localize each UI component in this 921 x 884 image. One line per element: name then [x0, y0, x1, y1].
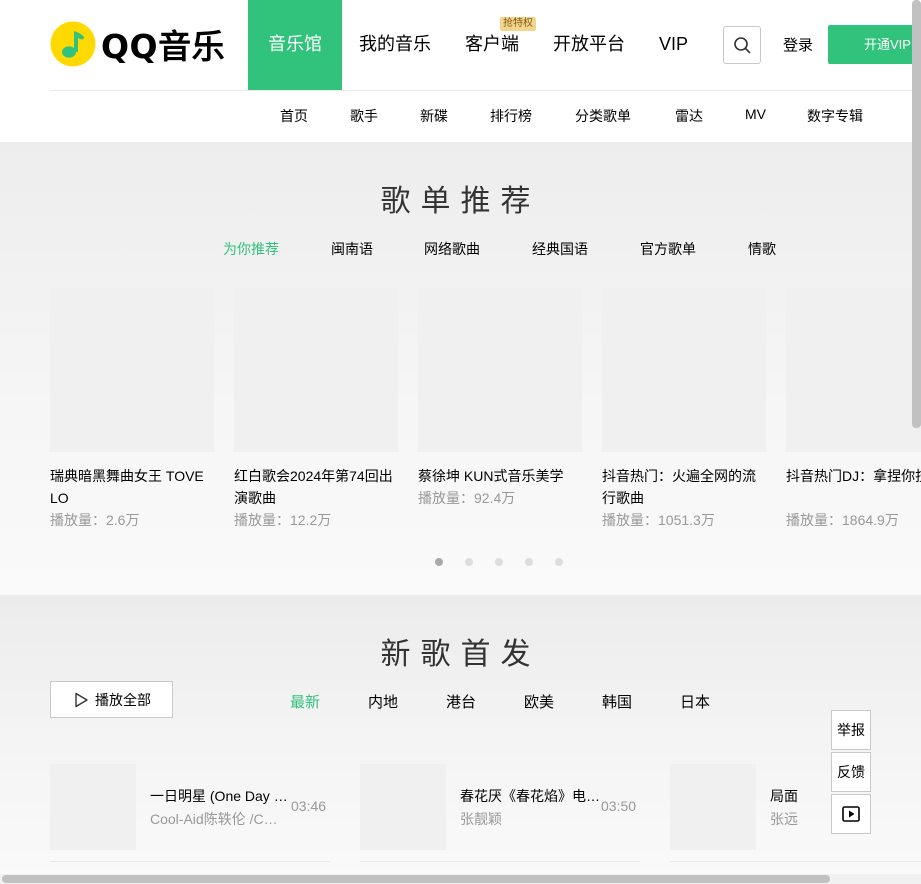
playlist-title[interactable]: 瑞典暗黑舞曲女王 TOVE LO: [50, 465, 214, 509]
nav-vip[interactable]: VIP: [642, 0, 705, 90]
tab-official[interactable]: 官方歌单: [640, 239, 696, 259]
section-title-playlists: 歌单推荐: [380, 185, 541, 218]
vertical-scrollbar[interactable]: [912, 0, 921, 428]
playlist-card[interactable]: 抖音热门DJ：拿捏你技 播放量：1864.9万: [786, 288, 921, 531]
subnav-home[interactable]: 首页: [280, 106, 308, 126]
playlist-card[interactable]: 红白歌会2024年第74回出演歌曲 播放量：12.2万: [234, 288, 398, 531]
playlist-cover[interactable]: [418, 288, 582, 452]
tab-minnan[interactable]: 闽南语: [331, 239, 373, 259]
nav-label: VIP: [659, 34, 689, 54]
play-all-label: 播放全部: [95, 691, 151, 708]
carousel-dot[interactable]: [525, 558, 533, 566]
subnav-digital-albums[interactable]: 数字专辑: [807, 106, 863, 126]
carousel-dot[interactable]: [435, 558, 443, 566]
nav-label: 我的音乐: [359, 34, 431, 54]
feedback-button[interactable]: 反馈: [831, 752, 871, 792]
playlist-title[interactable]: 红白歌会2024年第74回出演歌曲: [234, 465, 398, 509]
report-button[interactable]: 举报: [831, 710, 871, 750]
subnav-charts[interactable]: 排行榜: [490, 106, 532, 126]
playlist-play-count: 播放量：12.2万: [234, 512, 332, 528]
playlist-title[interactable]: 抖音热门DJ：拿捏你技: [786, 465, 921, 509]
playlist-cover[interactable]: [234, 288, 398, 452]
play-all-button[interactable]: 播放全部: [50, 681, 173, 718]
tab-latest[interactable]: 最新: [290, 691, 320, 712]
song-cover[interactable]: [50, 764, 136, 850]
tab-hk-tw[interactable]: 港台: [446, 691, 476, 712]
song-item[interactable]: 局面 张远: [670, 764, 921, 862]
row-divider: [360, 861, 640, 862]
nav-music-hall[interactable]: 音乐馆: [248, 0, 342, 90]
song-item[interactable]: 春花厌《春花焰》电视剧主题曲 张靓颖 03:50: [360, 764, 640, 862]
playlist-title[interactable]: 蔡徐坤 KUN式音乐美学: [418, 465, 582, 487]
nav-my-music[interactable]: 我的音乐: [342, 0, 448, 90]
privilege-tag: 抢特权: [500, 17, 536, 31]
subnav-radar[interactable]: 雷达: [675, 106, 703, 126]
playlist-recommend-section: 歌单推荐 为你推荐 闽南语 网络歌曲 经典国语 官方歌单 情歌 瑞典暗黑舞曲女王…: [0, 142, 921, 595]
song-cover[interactable]: [670, 764, 756, 850]
subnav-categories[interactable]: 分类歌单: [575, 106, 631, 126]
subnav-singers[interactable]: 歌手: [350, 106, 378, 126]
song-artist[interactable]: Cool-Aid陈轶伦 /C…: [150, 809, 290, 829]
row-divider: [670, 861, 921, 862]
tab-mainland[interactable]: 内地: [368, 691, 398, 712]
song-item[interactable]: 一日明星 (One Day Star) Cool-Aid陈轶伦 /C… 03:4…: [50, 764, 330, 862]
section-title-new-songs: 新歌首发: [380, 638, 541, 671]
carousel-dot[interactable]: [465, 558, 473, 566]
nav-client[interactable]: 客户端 抢特权: [448, 0, 536, 90]
playlist-carousel: 瑞典暗黑舞曲女王 TOVE LO 播放量：2.6万 红白歌会2024年第74回出…: [50, 288, 921, 538]
subnav-new-albums[interactable]: 新碟: [420, 106, 448, 126]
row-divider: [50, 861, 330, 862]
song-duration: 03:50: [601, 798, 637, 814]
playlist-play-count: 播放量：92.4万: [418, 490, 516, 506]
playlist-cover[interactable]: [50, 288, 214, 452]
subnav-mv[interactable]: MV: [745, 106, 766, 122]
tab-for-you[interactable]: 为你推荐: [223, 239, 279, 259]
search-button[interactable]: [723, 26, 761, 64]
play-square-icon: [842, 806, 860, 822]
music-note-logo-icon: [50, 21, 96, 67]
tab-internet-songs[interactable]: 网络歌曲: [424, 239, 480, 259]
sub-nav: 首页 歌手 新碟 排行榜 分类歌单 雷达 MV 数字专辑: [0, 106, 921, 126]
carousel-dot[interactable]: [495, 558, 503, 566]
header-divider: [50, 90, 921, 91]
site-header: QQ音乐 音乐馆 我的音乐 客户端 抢特权 开放平台 VIP 登录 开通VIP …: [0, 0, 921, 142]
login-link[interactable]: 登录: [783, 34, 813, 55]
nav-open-platform[interactable]: 开放平台: [536, 0, 642, 90]
song-name[interactable]: 一日明星 (One Day Star): [150, 786, 290, 806]
song-name[interactable]: 春花厌《春花焰》电视剧主题曲: [460, 786, 600, 806]
new-songs-section: 新歌首发 播放全部 最新 内地 港台 欧美 韩国 日本 一日明星 (One Da…: [0, 595, 921, 884]
playlist-play-count: 播放量：1864.9万: [786, 512, 899, 528]
song-cover[interactable]: [360, 764, 446, 850]
playlist-play-count: 播放量：2.6万: [50, 512, 140, 528]
song-artist[interactable]: 张靓颖: [460, 809, 600, 829]
playlist-title[interactable]: 抖音热门：火遍全网的流行歌曲: [602, 465, 766, 509]
top-nav: 音乐馆 我的音乐 客户端 抢特权 开放平台 VIP: [248, 0, 705, 90]
playlist-category-tabs: 为你推荐 闽南语 网络歌曲 经典国语 官方歌单 情歌: [0, 239, 921, 259]
search-icon: [734, 37, 751, 54]
qq-music-logo[interactable]: QQ音乐: [50, 20, 225, 68]
carousel-dot[interactable]: [555, 558, 563, 566]
playlist-card[interactable]: 蔡徐坤 KUN式音乐美学 播放量：92.4万: [418, 288, 582, 509]
playlist-card[interactable]: 抖音热门：火遍全网的流行歌曲 播放量：1051.3万: [602, 288, 766, 531]
song-duration: 03:46: [291, 798, 327, 814]
nav-label: 客户端: [465, 34, 519, 54]
tab-classic-mandarin[interactable]: 经典国语: [532, 239, 588, 259]
tab-korea[interactable]: 韩国: [602, 691, 632, 712]
play-icon: [75, 692, 88, 707]
playlist-cover[interactable]: [602, 288, 766, 452]
playlist-cover[interactable]: [786, 288, 921, 452]
tab-love-songs[interactable]: 情歌: [748, 239, 776, 259]
nav-label: 音乐馆: [268, 34, 322, 54]
playlist-play-count: 播放量：1051.3万: [602, 512, 715, 528]
brand-name: QQ音乐: [101, 27, 226, 66]
tab-japan[interactable]: 日本: [680, 691, 710, 712]
tab-western[interactable]: 欧美: [524, 691, 554, 712]
open-vip-button[interactable]: 开通VIP: [828, 25, 921, 64]
nav-label: 开放平台: [553, 34, 625, 54]
player-button[interactable]: [831, 794, 871, 834]
horizontal-scrollbar[interactable]: [2, 875, 830, 883]
playlist-card[interactable]: 瑞典暗黑舞曲女王 TOVE LO 播放量：2.6万: [50, 288, 214, 531]
